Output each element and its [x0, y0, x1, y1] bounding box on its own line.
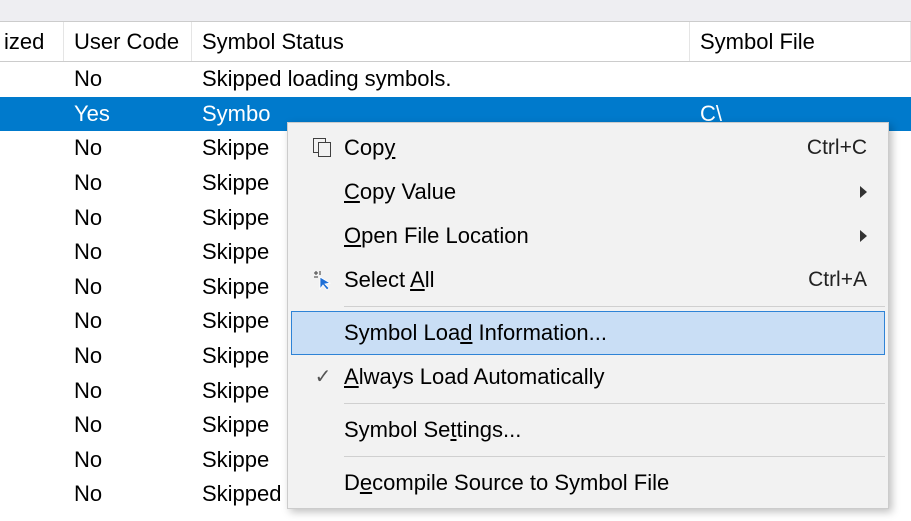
chevron-right-icon	[860, 230, 867, 242]
column-header-symbol-status[interactable]: Symbol Status	[192, 22, 690, 61]
menu-shortcut: Ctrl+C	[807, 136, 867, 160]
menu-item-select-all[interactable]: Select All Ctrl+A	[291, 258, 885, 302]
cell-user-code: No	[64, 239, 192, 265]
menu-item-always-load-automatically[interactable]: ✓ Always Load Automatically	[291, 355, 885, 399]
toolbar-strip	[0, 0, 911, 22]
menu-label: Always Load Automatically	[344, 364, 867, 390]
menu-label: Symbol Settings...	[344, 417, 867, 443]
cell-user-code: No	[64, 135, 192, 161]
menu-label: Decompile Source to Symbol File	[344, 470, 867, 496]
cell-symbol-status: Skipped loading symbols.	[192, 66, 690, 92]
menu-separator	[344, 456, 885, 457]
cell-user-code: No	[64, 412, 192, 438]
menu-item-copy-value[interactable]: Copy Value	[291, 170, 885, 214]
column-header-symbol-file[interactable]: Symbol File	[690, 22, 911, 61]
cell-user-code: No	[64, 170, 192, 196]
table-row[interactable]: NoSkipped loading symbols.	[0, 62, 911, 97]
menu-item-decompile-source[interactable]: Decompile Source to Symbol File	[291, 461, 885, 505]
cell-user-code: No	[64, 66, 192, 92]
menu-separator	[344, 306, 885, 307]
menu-item-open-file-location[interactable]: Open File Location	[291, 214, 885, 258]
cell-user-code: No	[64, 274, 192, 300]
cursor-icon	[302, 269, 344, 291]
column-header-user-code[interactable]: User Code	[64, 22, 192, 61]
menu-label: Symbol Load Information...	[344, 320, 867, 346]
menu-separator	[344, 403, 885, 404]
cell-user-code: No	[64, 447, 192, 473]
menu-label: Copy Value	[344, 179, 860, 205]
check-icon: ✓	[302, 367, 344, 387]
menu-shortcut: Ctrl+A	[808, 268, 867, 292]
column-header-row: ized User Code Symbol Status Symbol File	[0, 22, 911, 62]
menu-label: Open File Location	[344, 223, 860, 249]
column-header-optimized[interactable]: ized	[0, 22, 64, 61]
menu-label: Copy	[344, 135, 807, 161]
copy-icon	[302, 138, 344, 158]
chevron-right-icon	[860, 186, 867, 198]
cell-user-code: No	[64, 343, 192, 369]
cell-user-code: No	[64, 205, 192, 231]
cell-user-code: No	[64, 378, 192, 404]
menu-label: Select All	[344, 267, 808, 293]
cell-user-code: No	[64, 481, 192, 507]
context-menu: Copy Ctrl+C Copy Value Open File Locatio…	[287, 122, 889, 509]
menu-item-symbol-settings[interactable]: Symbol Settings...	[291, 408, 885, 452]
menu-item-copy[interactable]: Copy Ctrl+C	[291, 126, 885, 170]
cell-user-code: No	[64, 308, 192, 334]
cell-user-code: Yes	[64, 101, 192, 127]
menu-item-symbol-load-information[interactable]: Symbol Load Information...	[291, 311, 885, 355]
